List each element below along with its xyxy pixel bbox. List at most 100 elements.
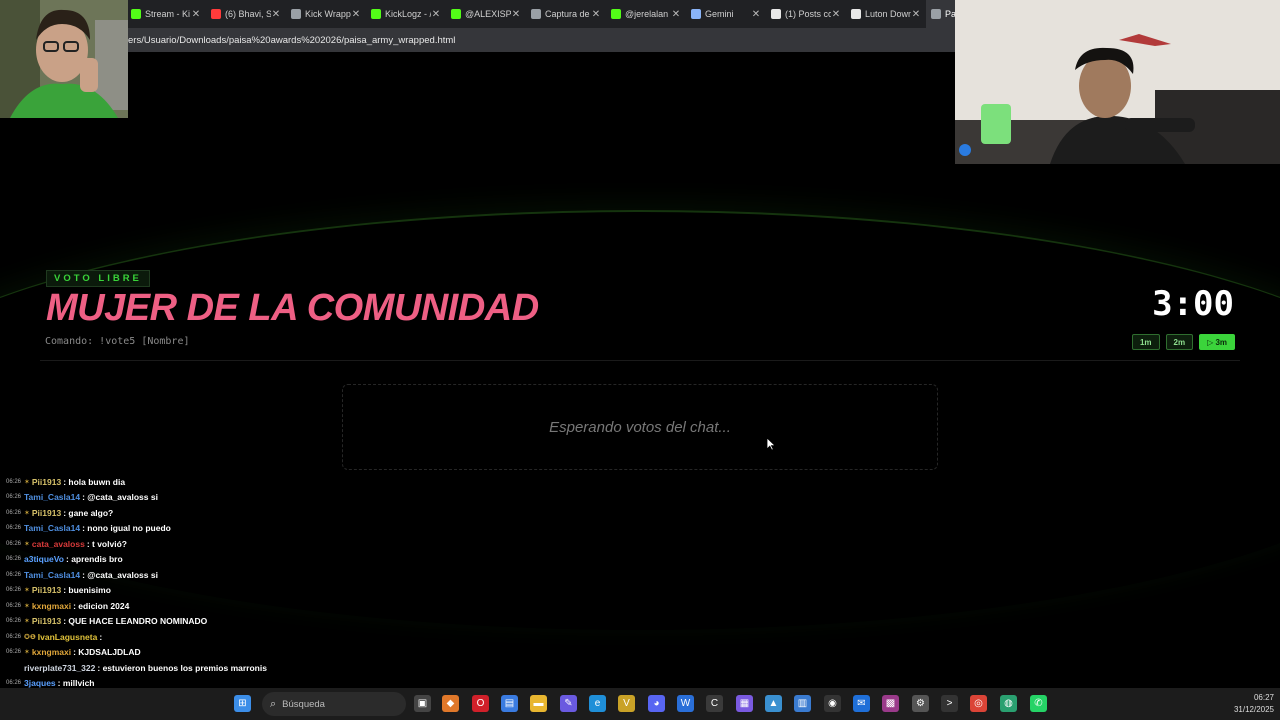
chat-text: : KJDSALJDLAD [73, 647, 141, 658]
tab-label: Gemini [705, 9, 734, 19]
chat-message: 06:26 ✶ kxngmaxi: KJDSALJDLAD [6, 645, 296, 661]
tab-label: Kick Wrapp [305, 9, 351, 19]
chat-username: IvanLagusneta [37, 631, 98, 642]
webcam-right [955, 0, 1280, 164]
chat-message: 06:26 ✶ cata_avaloss: t volvió? [6, 536, 296, 552]
timer-3m-button[interactable]: ▷ 3m [1199, 334, 1235, 350]
timer-2m-button[interactable]: 2m [1165, 334, 1194, 350]
store-icon[interactable]: ▤ [501, 695, 518, 712]
header-divider [40, 360, 1240, 361]
url-text: ers/Usuario/Downloads/paisa%20awards%202… [128, 34, 456, 46]
windows-start-icon[interactable]: ⊞ [234, 695, 251, 712]
chat-text: : t volvió? [86, 538, 127, 549]
kick-icon [611, 9, 621, 19]
browser-tab[interactable]: Gemini ✕ [686, 0, 766, 28]
ccleaner-icon[interactable]: C [706, 695, 723, 712]
close-tab-icon[interactable]: ✕ [831, 9, 841, 20]
chat-timestamp: 06:26 [6, 587, 22, 594]
discord-icon[interactable]: ◕ [648, 695, 665, 712]
chat-timestamp: 06:26 [6, 680, 22, 687]
chat-username: riverplate731_322 [24, 662, 96, 673]
file-explorer-icon[interactable]: ▬ [530, 695, 547, 712]
whatsapp-icon[interactable]: ✆ [1030, 695, 1047, 712]
outlook-icon[interactable]: ✉ [853, 695, 870, 712]
close-tab-icon[interactable]: ✕ [351, 9, 361, 20]
obs-icon[interactable]: ◉ [824, 695, 841, 712]
taskbar-search[interactable]: ⌕ Búsqueda [262, 692, 406, 716]
chat-badge-icon: ✶ [24, 509, 30, 517]
close-tab-icon[interactable]: ✕ [671, 9, 681, 20]
vote-mode-badge: VOTO LIBRE [46, 270, 150, 287]
edge-icon[interactable]: e [589, 695, 606, 712]
chat-timestamp: 06:26 [6, 478, 22, 485]
tab-label: Luton Down [865, 9, 911, 19]
browser-alt-icon[interactable]: ◍ [1000, 695, 1017, 712]
chat-message: riverplate731_322: estuvieron buenos los… [6, 660, 296, 676]
browser-tab[interactable]: Kick Wrapp ✕ [286, 0, 366, 28]
system-clock[interactable]: 06:27 31/12/2025 [1234, 692, 1274, 716]
webcam-right-image [955, 0, 1280, 164]
clock-date: 31/12/2025 [1233, 705, 1274, 714]
screen: VOTO LIBRE MUJER DE LA COMUNIDAD Comando… [0, 0, 1280, 720]
x-icon [771, 9, 781, 19]
chat-text: : nono igual no puedo [82, 523, 171, 534]
chat-timestamp: 06:26 [6, 494, 22, 501]
pen-app-icon[interactable]: ✎ [560, 695, 577, 712]
settings-icon[interactable]: ⚙ [912, 695, 929, 712]
tab-label: (1) Posts co [785, 9, 831, 19]
chat-text: : estuvieron buenos los premios marronis [97, 662, 267, 673]
chat-text: : edicion 2024 [73, 600, 130, 611]
chat-timestamp: 06:26 [6, 633, 22, 640]
chat-badge-icon: ✶ [24, 587, 30, 595]
clock-time: 06:27 [1253, 693, 1274, 702]
chat-text: : QUE HACE LEANDRO NOMINADO [63, 616, 208, 627]
votes-panel: Esperando votos del chat... [342, 384, 938, 470]
youtube-icon [211, 9, 221, 19]
kick-icon [451, 9, 461, 19]
terminal-icon[interactable]: > [941, 695, 958, 712]
close-tab-icon[interactable]: ✕ [751, 9, 761, 20]
close-tab-icon[interactable]: ✕ [431, 9, 441, 20]
chat-username: Tami_Casla14 [24, 492, 81, 503]
vote-command-hint: Comando: !vote5 [Nombre] [45, 336, 190, 347]
chrome-icon[interactable]: ◎ [970, 695, 987, 712]
windsurf-icon[interactable]: W [677, 695, 694, 712]
opera-icon[interactable]: O [472, 695, 489, 712]
globe-icon [931, 9, 941, 19]
chat-text: : @cata_avaloss si [82, 492, 158, 503]
browser-tab[interactable]: (6) Bhavi, S ✕ [206, 0, 286, 28]
task-view-icon[interactable]: ▣ [414, 695, 431, 712]
vivaldi-icon[interactable]: V [618, 695, 635, 712]
browser-tab[interactable]: @ALEXISPA✕ [446, 0, 526, 28]
windows-taskbar: ⌕ Búsqueda 06:27 31/12/2025 ⊞ ▣ ◆ O ▤ ▬ ✎ e V ◕ W C… [0, 688, 1280, 720]
chat-message: 06:26 ✶ Pii1913: QUE HACE LEANDRO NOMINADO [6, 614, 296, 630]
tab-label: Stream - Ki [145, 9, 191, 19]
notepad-icon[interactable]: ▥ [794, 695, 811, 712]
app-grid-icon[interactable]: ▦ [736, 695, 753, 712]
browser-tab[interactable]: (1) Posts co ✕ [766, 0, 846, 28]
close-tab-icon[interactable]: ✕ [511, 9, 521, 20]
copilot-icon[interactable]: ◆ [442, 695, 459, 712]
close-tab-icon[interactable]: ✕ [191, 9, 201, 20]
winrar-icon[interactable]: ▩ [882, 695, 899, 712]
close-tab-icon[interactable]: ✕ [911, 9, 921, 20]
browser-tab[interactable]: KickLogz - / ✕ [366, 0, 446, 28]
chat-overlay: 06:26 ✶ Pii1913: hola buwn dia 06:26 Tami_Ca… [6, 474, 296, 720]
chat-message: 06:26 Tami_Casla14: @cata_avaloss si [6, 490, 296, 506]
browser-tab[interactable]: Captura de ✕ [526, 0, 606, 28]
chat-message: 06:26 ✪❶ IvanLagusneta: [6, 629, 296, 645]
timer-1m-button[interactable]: 1m [1131, 334, 1160, 350]
chat-badge-icon: ✶ [24, 618, 30, 626]
photos-icon[interactable]: ▲ [765, 695, 782, 712]
chat-text: : @cata_avaloss si [82, 569, 158, 580]
gemini-icon [691, 9, 701, 19]
browser-tab[interactable]: Stream - Ki ✕ [126, 0, 206, 28]
chat-timestamp: 06:26 [6, 525, 22, 532]
close-tab-icon[interactable]: ✕ [591, 9, 601, 20]
chat-message: 06:26 Tami_Casla14: @cata_avaloss si [6, 567, 296, 583]
close-tab-icon[interactable]: ✕ [271, 9, 281, 20]
tab-label: Captura de [545, 9, 590, 19]
browser-tab[interactable]: @jerelalan ✕ [606, 0, 686, 28]
chat-username: Pii1913 [31, 616, 62, 627]
browser-tab[interactable]: Luton Down ✕ [846, 0, 926, 28]
